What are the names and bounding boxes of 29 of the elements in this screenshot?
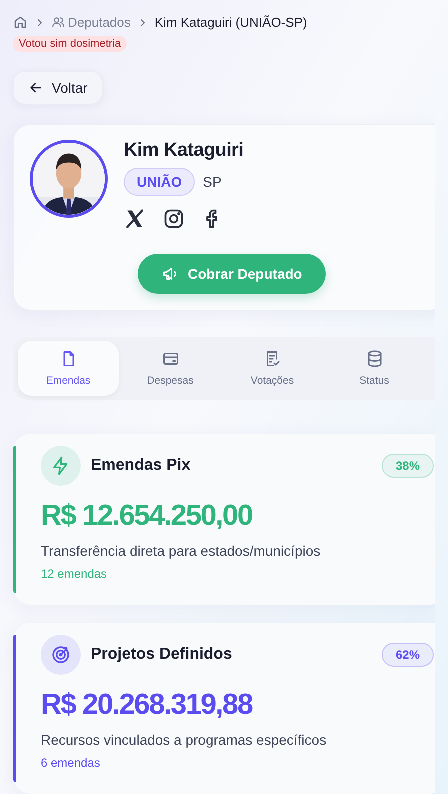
breadcrumb-current: Kim Kataguiri (UNIÃO-SP) [154, 15, 308, 30]
back-button[interactable]: Voltar [13, 71, 103, 105]
card-icon [162, 350, 180, 368]
x-logo-icon[interactable] [124, 208, 146, 230]
fund-title: Emendas Pix [91, 457, 192, 475]
instagram-icon[interactable] [163, 208, 185, 230]
database-icon [366, 350, 384, 368]
tab[interactable]: Votações [222, 341, 323, 396]
vote-badge: Votou sim dosimetria [13, 36, 128, 52]
description: Transferência direta para estados/municípios [41, 543, 322, 559]
party-tag: UNIÃO [124, 168, 196, 196]
breadcrumb-link[interactable]: Deputados [52, 15, 131, 30]
share-badge: 62% [382, 643, 434, 667]
fund-title: Projetos Definidos [91, 646, 234, 664]
state-label: SP [203, 174, 222, 190]
emendas-count: 12 emendas [41, 567, 108, 581]
amount: R$ 20.268.319,88 [41, 689, 254, 722]
tab[interactable]: Emendas [18, 341, 119, 396]
deputy-name: Kim Kataguiri [124, 140, 244, 162]
tab[interactable]: Status [324, 341, 425, 396]
share-badge: 38% [382, 454, 434, 478]
tab[interactable]: Despesas [120, 341, 221, 396]
home-icon[interactable] [13, 15, 28, 30]
cobrar-button[interactable]: Cobrar Deputado [138, 254, 326, 294]
amount: R$ 12.654.250,00 [41, 500, 254, 533]
description: Recursos vinculados a programas específicos [41, 732, 328, 748]
emendas-count: 6 emendas [41, 756, 102, 770]
people-icon [52, 16, 65, 29]
target-icon [51, 645, 71, 665]
